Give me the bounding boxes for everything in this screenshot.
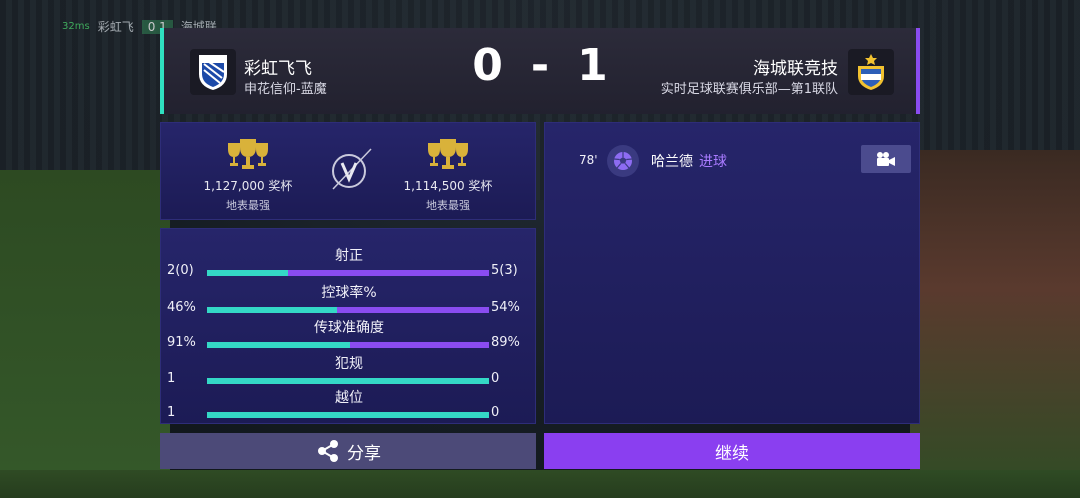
stat-away-value: 5(3) <box>491 263 518 278</box>
stat-row-possession: 控球率% 46% 54% <box>161 282 537 320</box>
stat-bar <box>207 307 489 313</box>
stat-row-offsides: 越位 1 0 <box>161 387 537 425</box>
trophy-panel: 1,127,000 奖杯 地表最强 1,114,500 奖杯 地表最强 <box>160 122 536 220</box>
soccer-ball-icon <box>607 145 639 177</box>
trophy-icon <box>173 135 323 171</box>
continue-button[interactable]: 继续 <box>544 433 920 469</box>
share-button[interactable]: 分享 <box>160 433 536 469</box>
away-score: 1 <box>577 40 608 91</box>
home-rank-label: 地表最强 <box>226 199 270 212</box>
share-label: 分享 <box>347 443 381 464</box>
away-team-name: 海城联竞技 <box>753 59 838 79</box>
away-trophy-count: 1,114,500 奖杯 <box>403 179 493 193</box>
away-rank-label: 地表最强 <box>426 199 470 212</box>
stat-bar-home-fill <box>207 270 288 276</box>
pitch-bottom <box>0 470 1080 498</box>
away-team-subtitle: 实时足球联赛俱乐部—第1联队 <box>660 82 838 97</box>
stat-away-value: 89% <box>491 335 520 350</box>
stat-bar-home-fill <box>207 307 337 313</box>
video-camera-icon <box>877 152 895 166</box>
stat-bar <box>207 412 489 418</box>
stat-bar-home-fill <box>207 342 350 348</box>
stat-title: 犯规 <box>335 356 363 372</box>
trophy-icon <box>373 135 523 171</box>
versus-icon <box>327 147 373 193</box>
event-minute: 78' <box>579 153 598 167</box>
stat-title: 控球率% <box>321 285 377 301</box>
stat-bar-home-fill <box>207 378 489 384</box>
stat-home-value: 1 <box>167 405 176 420</box>
pitch-left <box>0 170 170 498</box>
pitch-right <box>910 150 1080 498</box>
stat-bar <box>207 270 489 276</box>
stat-home-value: 46% <box>167 300 196 315</box>
score-dash: - <box>530 40 550 91</box>
stat-home-value: 2(0) <box>167 263 194 278</box>
event-player: 哈兰德 <box>651 154 693 170</box>
match-stats-panel: 射正 2(0) 5(3) 控球率% 46% 54% 传球准确度 91% 89% … <box>160 228 536 424</box>
scoreboard-header: 彩虹飞飞 申花信仰-蓝魔 0-1 海城联竞技 实时足球联赛俱乐部—第1联队 <box>160 28 920 114</box>
event-description: 哈兰德 进球 <box>651 151 727 171</box>
home-trophy-block: 1,127,000 奖杯 地表最强 <box>173 135 323 213</box>
stat-title: 传球准确度 <box>314 320 384 336</box>
stat-row-pass-accuracy: 传球准确度 91% 89% <box>161 317 537 355</box>
stat-bar <box>207 378 489 384</box>
away-trophy-block: 1,114,500 奖杯 地表最强 <box>373 135 523 213</box>
stat-away-value: 0 <box>491 371 500 386</box>
apoel-crest-icon <box>848 49 894 95</box>
stat-away-value: 54% <box>491 300 520 315</box>
share-icon <box>318 440 338 462</box>
stat-bar <box>207 342 489 348</box>
hud-home-name: 彩虹飞 <box>97 20 134 34</box>
stat-away-value: 0 <box>491 405 500 420</box>
continue-label: 继续 <box>715 443 749 464</box>
stat-title: 射正 <box>335 248 363 264</box>
stat-row-shots-on-target: 射正 2(0) 5(3) <box>161 245 537 283</box>
match-events-panel: 78' 哈兰德 进球 <box>544 122 920 424</box>
stat-row-fouls: 犯规 1 0 <box>161 353 537 391</box>
replay-button[interactable] <box>861 145 911 173</box>
home-score: 0 <box>472 40 503 91</box>
stat-home-value: 91% <box>167 335 196 350</box>
event-type: 进球 <box>699 154 727 170</box>
stat-bar-home-fill <box>207 412 489 418</box>
stat-home-value: 1 <box>167 371 176 386</box>
stat-title: 越位 <box>335 390 363 406</box>
ping-indicator: 32ms <box>62 21 90 32</box>
home-trophy-count: 1,127,000 奖杯 <box>203 179 293 193</box>
